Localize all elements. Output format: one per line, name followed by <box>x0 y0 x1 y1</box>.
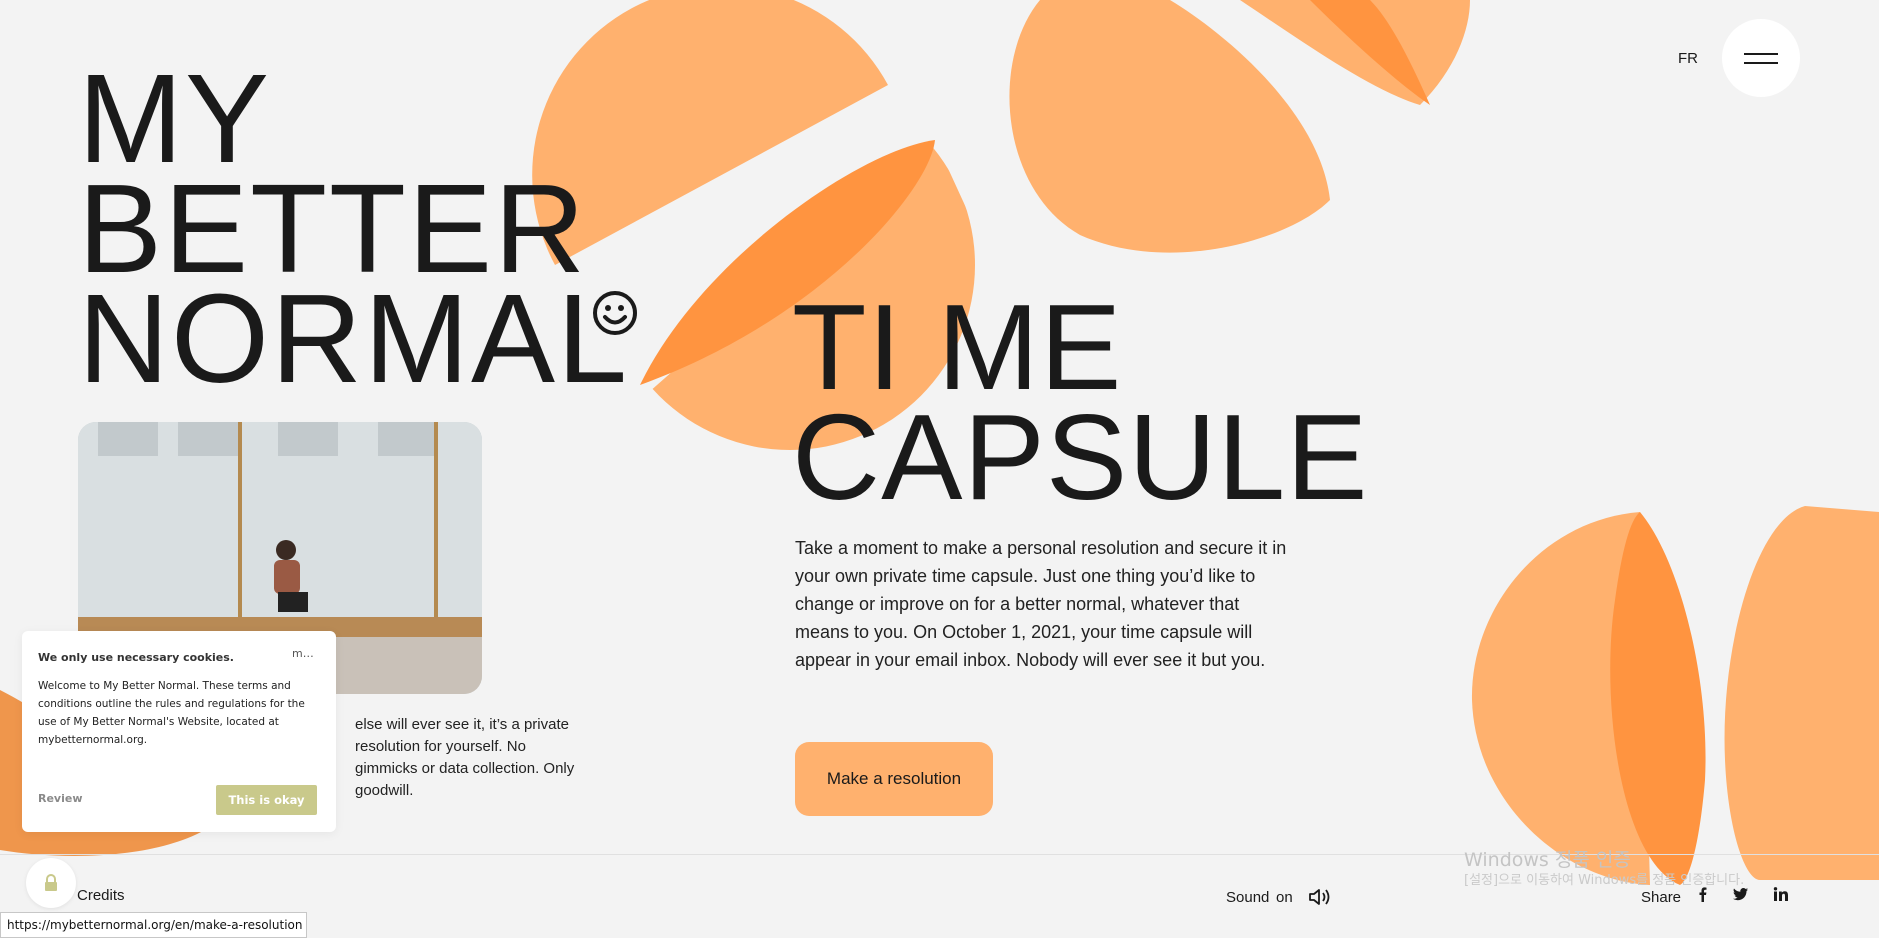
lock-icon <box>45 874 57 891</box>
hero-title-line: NORMAL <box>78 268 630 409</box>
intro-blurb: else will ever see it, it’s a private re… <box>355 716 575 799</box>
browser-status-url: https://mybetternormal.org/en/make-a-res… <box>0 912 307 938</box>
linkedin-icon[interactable] <box>1773 886 1789 902</box>
smiley-icon <box>593 291 637 335</box>
sound-state[interactable]: on <box>1276 889 1293 906</box>
make-resolution-button[interactable]: Make a resolution <box>795 742 993 816</box>
cookie-body-text: Welcome to My Better Normal. These terms… <box>38 680 305 746</box>
credits-link[interactable]: Credits <box>77 887 125 904</box>
sound-label: Sound <box>1226 889 1270 906</box>
language-switch[interactable]: FR <box>1678 50 1698 67</box>
orange-shape <box>1724 506 1879 880</box>
orange-shape <box>1009 0 1330 253</box>
cookie-banner: We only use necessary cookies. m… Welcom… <box>22 631 336 832</box>
speaker-icon[interactable] <box>1308 887 1332 907</box>
orange-shape <box>1610 512 1706 885</box>
orange-shape <box>1471 512 1650 885</box>
os-activation-watermark-subtext: [설정]으로 이동하여 Windows를 정품 인증합니다. <box>1464 873 1745 888</box>
cookie-review-button[interactable]: Review <box>38 792 83 805</box>
twitter-icon[interactable] <box>1733 886 1749 902</box>
section-description: Take a moment to make a personal resolut… <box>795 538 1287 670</box>
orange-shape <box>1240 0 1470 105</box>
share-label: Share <box>1641 889 1682 906</box>
cookie-minimize-button[interactable]: m… <box>292 647 314 660</box>
cookie-title: We only use necessary cookies. <box>38 651 234 664</box>
hamburger-icon <box>1744 52 1778 55</box>
orange-shape <box>1310 0 1430 105</box>
facebook-icon[interactable] <box>1695 886 1711 902</box>
hamburger-icon <box>1744 61 1778 64</box>
cookie-accept-button[interactable]: This is okay <box>216 785 317 815</box>
menu-button[interactable] <box>1722 19 1800 97</box>
os-activation-watermark: Windows 정품 인증 <box>1464 849 1631 871</box>
cookie-settings-button[interactable] <box>26 858 76 908</box>
section-title-line: CAPSULE <box>792 389 1369 525</box>
